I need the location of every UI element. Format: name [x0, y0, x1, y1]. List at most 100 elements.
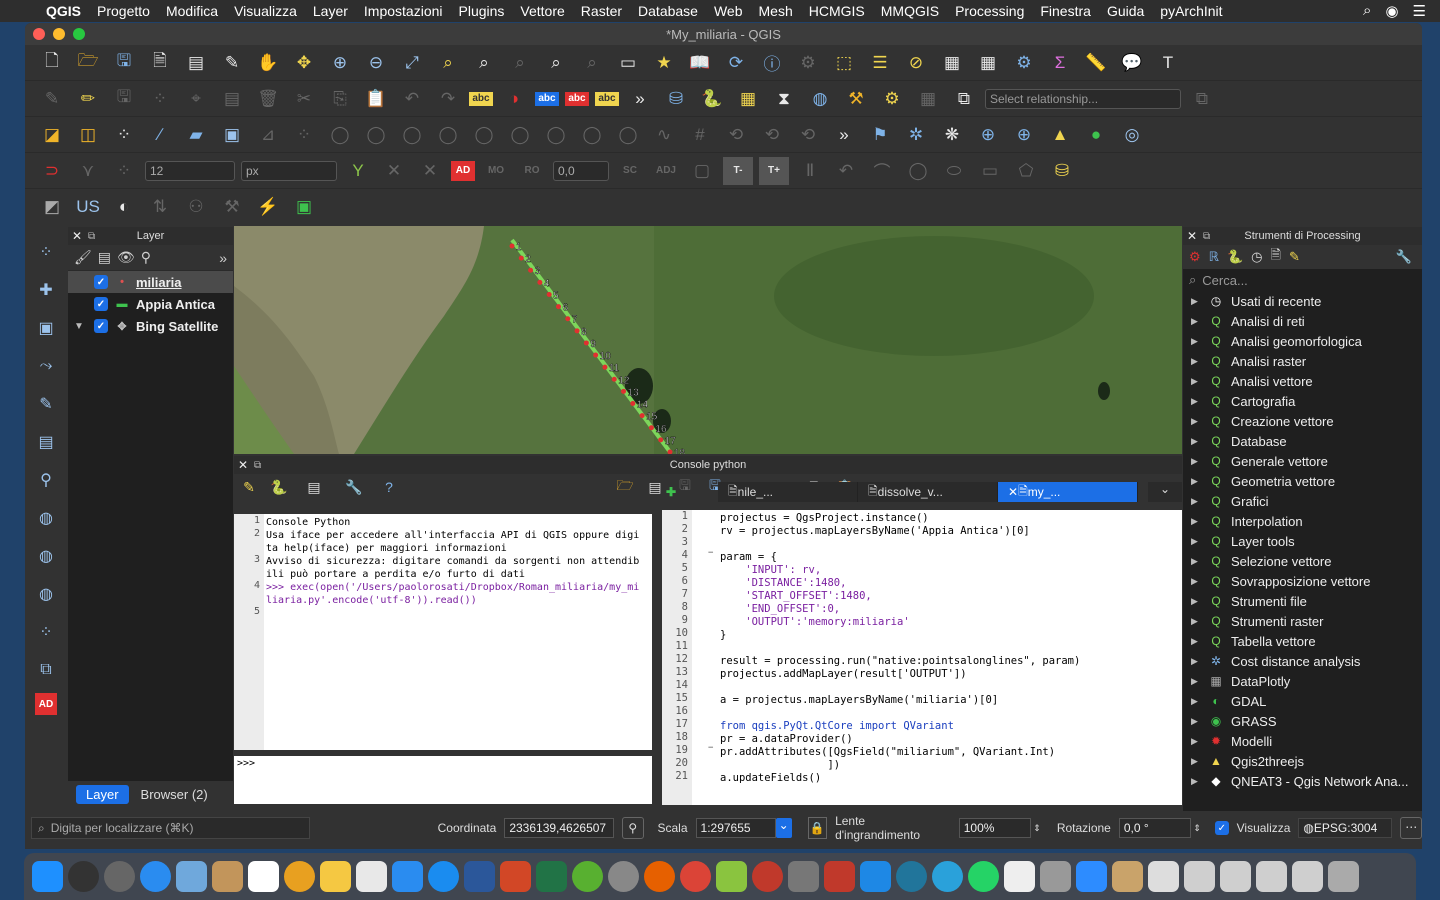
map-tips-icon[interactable]: 💬 — [1117, 49, 1147, 77]
plugin-grid-icon[interactable]: ▦ — [913, 85, 943, 113]
control-center-icon[interactable]: ☰ — [1413, 2, 1426, 20]
digitize-points-icon[interactable]: ⁘ — [30, 237, 62, 267]
screenshot3-dock-icon[interactable] — [1256, 861, 1287, 892]
angle-input[interactable]: 0,0 — [553, 160, 609, 181]
crs-button[interactable]: ◍ EPSG:3004 — [1298, 818, 1393, 838]
safari-dock-icon[interactable] — [140, 861, 171, 892]
add-group-icon[interactable]: ▤ — [98, 249, 111, 266]
offset-curve-icon[interactable]: ◯ — [469, 121, 499, 149]
menu-item[interactable]: Vettore — [512, 3, 572, 19]
temporal-icon[interactable]: ⧗ — [769, 85, 799, 113]
circle-tool-icon[interactable]: ◯ — [903, 157, 933, 185]
relationship-action-icon[interactable]: ⧉ — [1187, 85, 1217, 113]
search-icon[interactable]: ⌕ — [1363, 2, 1371, 20]
processing-group[interactable]: ▶ ◐ GDAL — [1183, 691, 1422, 711]
open-project-icon[interactable]: 🗁 — [73, 49, 103, 77]
telegram-dock-icon[interactable] — [932, 861, 963, 892]
expand-arrow-icon[interactable]: ▶ — [1191, 356, 1201, 367]
scatter-points-icon[interactable]: ⁘ — [30, 617, 62, 647]
menu-item[interactable]: Plugins — [451, 3, 513, 19]
toggle-editing-icon[interactable]: ✏ — [73, 85, 103, 113]
layer-row-bing-satellite[interactable]: ▼ ✓ ✥ Bing Satellite — [68, 315, 233, 337]
cut-features-icon[interactable]: ✂ — [289, 85, 319, 113]
tracing-icon[interactable]: Y — [343, 157, 373, 185]
intersection-icon[interactable]: ✕ — [379, 157, 409, 185]
openlayers-icon[interactable]: ◎ — [1117, 121, 1147, 149]
current-edits-icon[interactable]: ✎ — [37, 85, 67, 113]
triangle-tool-icon[interactable]: ▲ — [1045, 121, 1075, 149]
us-plugin-icon[interactable]: US — [73, 193, 103, 221]
ii-icon[interactable]: Ⅱ — [795, 157, 825, 185]
processing-group[interactable]: ▶ Q Sovrapposizione vettore — [1183, 571, 1422, 591]
screenshot-dock-icon[interactable] — [1184, 861, 1215, 892]
grid-plugin-icon[interactable]: ▦ — [733, 85, 763, 113]
processing-group[interactable]: ▶ Q Analisi raster — [1183, 351, 1422, 371]
console-output[interactable]: 1 2 3 4 5 Console Python Usa iface per acc… — [234, 514, 652, 750]
render-checkbox[interactable]: ✓ — [1214, 821, 1229, 835]
tab-browser[interactable]: Browser (2) — [131, 785, 218, 804]
split-side-icon[interactable]: ▤ — [30, 427, 62, 457]
processing-group[interactable]: ▶ Q Layer tools — [1183, 531, 1422, 551]
relationship-select[interactable]: Select relationship... — [985, 88, 1181, 109]
mask-plugin-icon[interactable]: ◐ — [109, 193, 139, 221]
plugin-tools-icon[interactable]: ⚙ — [877, 85, 907, 113]
tag-adj-button[interactable]: ADJ — [651, 157, 681, 185]
style-manager-icon[interactable]: ✎ — [217, 49, 247, 77]
processing-group[interactable]: ▶ Q Analisi di reti — [1183, 311, 1422, 331]
layer-checkbox[interactable]: ✓ — [94, 297, 108, 311]
processing-group[interactable]: ▶ Q Analisi geomorfologica — [1183, 331, 1422, 351]
close-panel-icon[interactable]: ✕ — [72, 229, 82, 243]
open-script-icon[interactable]: 🗁 — [610, 475, 640, 499]
scale-dropdown-icon[interactable]: ⌄ — [775, 818, 792, 838]
qgis-dock-icon[interactable] — [572, 861, 603, 892]
scripts-icon[interactable]: ℝ — [1209, 249, 1219, 265]
processing-group[interactable]: ▶ Q Analisi vettore — [1183, 371, 1422, 391]
locator-search[interactable]: ⌕ Digita per localizzare (⌘K) — [31, 817, 310, 839]
processing-group[interactable]: ▶ Q Cartografia — [1183, 391, 1422, 411]
filter-layers-icon[interactable]: ⚲ — [141, 249, 151, 266]
fold-marker-icon[interactable]: − — [708, 548, 713, 558]
show-hide-labels-icon[interactable]: abc — [595, 91, 619, 106]
hammer-tool-icon[interactable]: ⚒ — [841, 85, 871, 113]
field-calculator-icon[interactable]: ▦ — [973, 49, 1003, 77]
zoom-native-icon[interactable]: ⌕ — [505, 49, 535, 77]
select-features-icon[interactable]: ⬚ — [829, 49, 859, 77]
new-map-view-icon[interactable]: ▭ — [613, 49, 643, 77]
expand-arrow-icon[interactable]: ▶ — [1191, 456, 1201, 467]
redo-icon[interactable]: ↷ — [433, 85, 463, 113]
curve-tool-icon[interactable]: ⌒ — [867, 157, 897, 185]
actions-icon[interactable]: ⚙ — [793, 49, 823, 77]
self-snap-icon[interactable]: ✕ — [415, 157, 445, 185]
measure-icon[interactable]: 📏 — [1081, 49, 1111, 77]
powerpoint-dock-icon[interactable] — [500, 861, 531, 892]
modify-attributes-icon[interactable]: ▤ — [217, 85, 247, 113]
run-command-icon[interactable]: 🐍 — [264, 479, 294, 496]
menu-item[interactable]: Raster — [573, 3, 630, 19]
models-icon[interactable]: ⚙ — [1189, 249, 1201, 265]
add-vector-layer-icon[interactable]: ◪ — [37, 121, 67, 149]
processing-group[interactable]: ▶ Q Database — [1183, 431, 1422, 451]
calendar-dock-icon[interactable] — [248, 861, 279, 892]
automator-dock-icon[interactable] — [1040, 861, 1071, 892]
delete-part-icon[interactable]: ◯ — [397, 121, 427, 149]
settings-wrench-icon[interactable]: 🔧 — [334, 479, 374, 496]
reshape-side-icon[interactable]: ⤳ — [30, 351, 62, 381]
close-tab-icon[interactable]: ✕ — [1008, 485, 1018, 499]
expand-arrow-icon[interactable]: ▶ — [1191, 756, 1201, 767]
select-by-value-icon[interactable]: ☰ — [865, 49, 895, 77]
menu-item[interactable]: Layer — [305, 3, 356, 19]
show-editor-icon[interactable]: ▤ — [294, 479, 334, 496]
plug-icon[interactable]: ⚡ — [253, 193, 283, 221]
float-console-icon[interactable]: ⧉ — [254, 460, 261, 471]
node-tool-side-icon[interactable]: ⚲ — [30, 465, 62, 495]
keynote-dock-icon[interactable] — [392, 861, 423, 892]
menu-item[interactable]: pyArchInit — [1152, 3, 1230, 19]
undo-icon[interactable]: ↶ — [397, 85, 427, 113]
pan-map-icon[interactable]: ✋ — [253, 49, 283, 77]
processing-group[interactable]: ▶ Q Grafici — [1183, 491, 1422, 511]
app-store-dock-icon[interactable] — [428, 861, 459, 892]
db-plugin-icon[interactable]: ⛁ — [1047, 157, 1077, 185]
menu-item[interactable]: Web — [706, 3, 751, 19]
float-processing-icon[interactable]: ⧉ — [1203, 231, 1210, 242]
excel-dock-icon[interactable] — [536, 861, 567, 892]
